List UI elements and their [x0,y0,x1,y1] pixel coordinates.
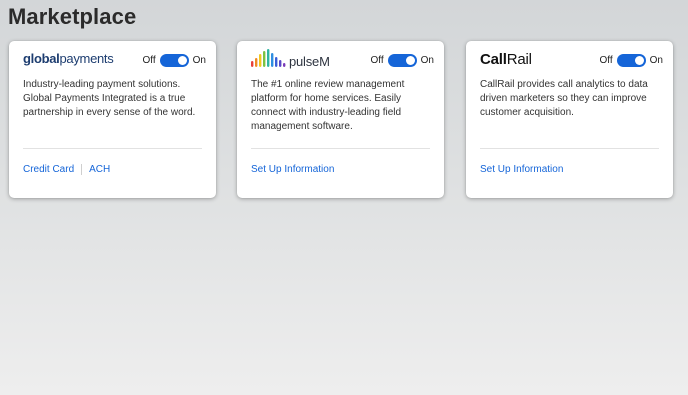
pulse-bars-icon [251,49,286,67]
integration-toggle: Off On [599,53,663,67]
card-divider [251,148,430,149]
toggle-off-label: Off [370,54,384,66]
integration-toggle: Off On [142,53,206,67]
integration-card-callrail: CallRail Off On CallRail provides call a… [466,41,673,198]
toggle-off-label: Off [599,54,613,66]
toggle-off-label: Off [142,54,156,66]
card-divider [23,148,202,149]
card-header: CallRail Off On [480,51,663,71]
toggle-on-label: On [649,54,663,66]
card-divider [480,148,659,149]
toggle-on-label: On [192,54,206,66]
pulsem-logo: pulseM [251,49,330,69]
toggle-on-label: On [420,54,434,66]
toggle-knob [405,55,415,65]
integration-card-pulsem: pulseM Off On The #1 online review manag… [237,41,444,198]
set-up-information-link[interactable]: Set Up Information [251,164,334,175]
toggle-knob [177,55,187,65]
toggle-knob [634,55,644,65]
integration-toggle: Off On [370,53,434,67]
page-title: Marketplace [8,4,137,29]
toggle-switch[interactable] [616,53,646,67]
global-payments-logo: globalpayments [23,51,114,66]
card-links: Set Up Information [251,164,334,175]
credit-card-link[interactable]: Credit Card [23,164,74,175]
set-up-information-link[interactable]: Set Up Information [480,164,563,175]
card-header: pulseM Off On [251,49,434,71]
card-header: globalpayments Off On [23,51,206,71]
integration-card-global-payments: globalpayments Off On Industry-leading p… [9,41,216,198]
pulsem-wordmark: pulseM [289,54,330,69]
card-description: The #1 online review management platform… [251,79,405,132]
toggle-switch[interactable] [387,53,417,67]
card-links: Credit Card ACH [23,164,110,175]
ach-link[interactable]: ACH [89,164,110,175]
card-description: Industry-leading payment solutions. Glob… [23,79,196,118]
toggle-switch[interactable] [159,53,189,67]
card-links: Set Up Information [480,164,563,175]
card-description: CallRail provides call analytics to data… [480,79,648,118]
link-separator [81,164,83,175]
callrail-logo: CallRail [480,51,532,68]
